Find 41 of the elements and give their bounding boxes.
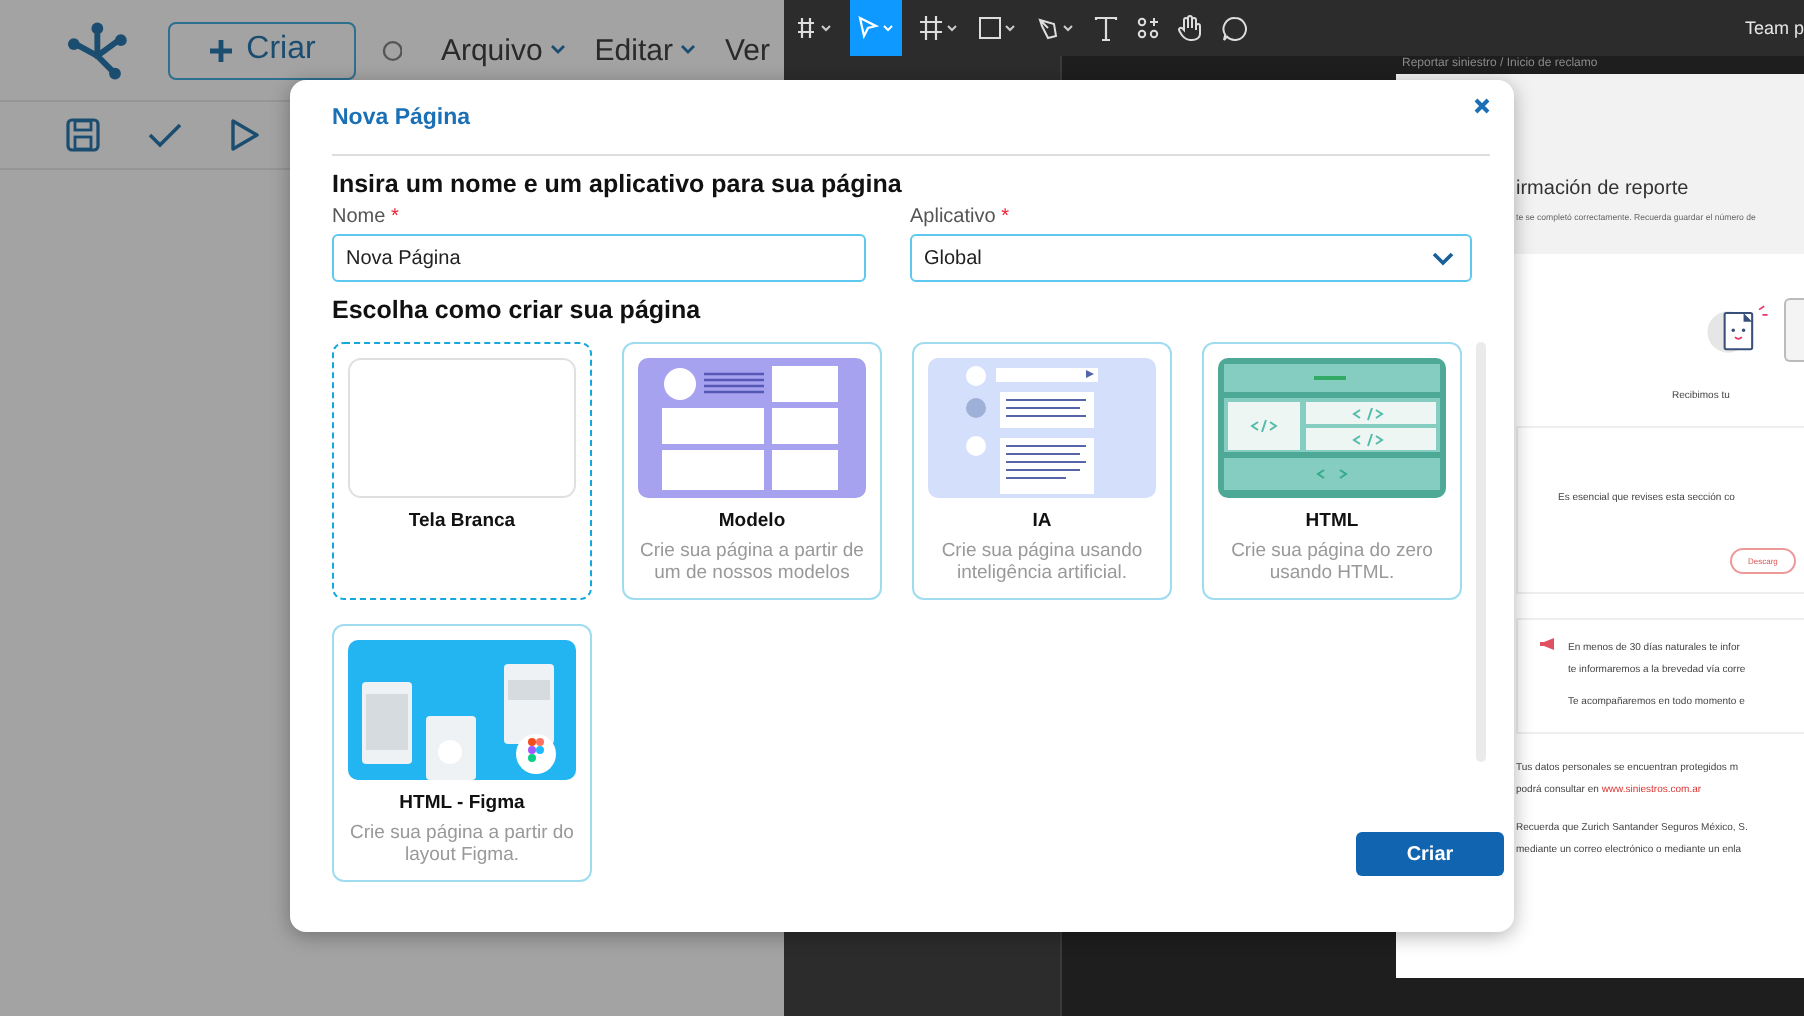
required-mark: * [390, 206, 399, 228]
comment-icon[interactable] [1222, 15, 1248, 41]
frame-tool-icon[interactable] [796, 16, 832, 40]
name-input[interactable]: Nova Página [332, 234, 866, 282]
required-mark: * [1001, 206, 1009, 228]
page-option-card[interactable]: Modelo Crie sua página a partir de um de nossos modelos [622, 342, 882, 600]
close-icon[interactable] [1474, 98, 1490, 114]
document-heading: irmación de reporte [1516, 178, 1691, 200]
page-option-card[interactable]: Tela Branca [332, 342, 592, 600]
create-button[interactable]: Criar [168, 21, 356, 79]
chevron-down-icon [550, 44, 567, 56]
components-icon[interactable] [1136, 16, 1160, 40]
create-page-button[interactable]: Criar [1356, 832, 1504, 876]
move-tool-icon[interactable] [850, 0, 902, 56]
menu-item[interactable]: Editar [580, 33, 711, 67]
dialog-title: Nova Página [332, 106, 471, 130]
field-label: Aplicativo * [910, 206, 1011, 228]
page-option-card[interactable]: HTML - Figma Crie sua página a partir do layout Figma. [332, 624, 592, 882]
check-icon[interactable] [148, 122, 182, 148]
chevron-down-icon [680, 44, 697, 56]
section-heading: Escolha como criar sua página [332, 296, 703, 324]
pen-tool-icon[interactable] [1036, 16, 1076, 40]
menu-item[interactable]: Ver [710, 33, 784, 67]
megaphone-icon [1538, 636, 1556, 652]
text-tool-icon[interactable] [1094, 15, 1118, 41]
rectangle-tool-icon[interactable] [978, 16, 1018, 40]
menu-item[interactable]: Arquivo [426, 33, 581, 67]
chevron-down-icon [1432, 251, 1454, 265]
save-icon[interactable] [66, 118, 100, 152]
section-heading: Insira um nome e um aplicativo para sua página [332, 170, 904, 198]
plus-icon [208, 37, 235, 63]
hand-icon[interactable] [1178, 14, 1204, 42]
circle-icon [381, 39, 403, 61]
page-option-card[interactable]: IA Crie sua página usando inteligência artificial. [912, 342, 1172, 600]
app-select[interactable]: Global [910, 234, 1472, 282]
team-label: Team p [1744, 18, 1804, 38]
page-option-card[interactable]: HTML Crie sua página do zero usando HTML. [1202, 342, 1462, 600]
grid-tool-icon[interactable] [920, 16, 960, 40]
play-icon[interactable] [230, 118, 260, 152]
field-label: Nome * [332, 206, 401, 228]
logo-icon [66, 20, 129, 80]
